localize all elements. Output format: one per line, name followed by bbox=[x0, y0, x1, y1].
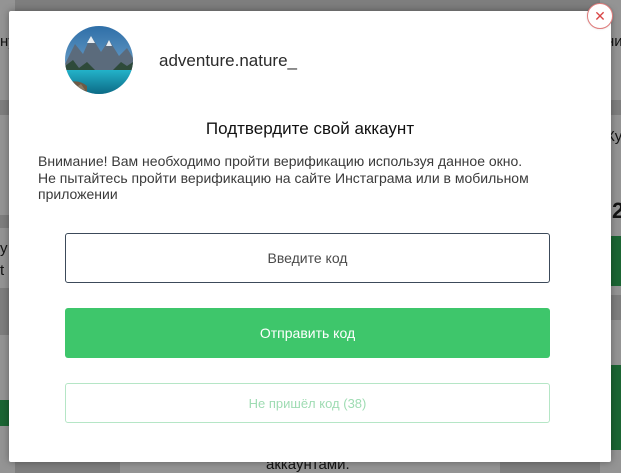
resend-code-button[interactable]: Не пришёл код (38) bbox=[65, 383, 550, 423]
warning-line: Не пытайтесь пройти верификацию на сайте… bbox=[38, 169, 529, 203]
verification-warning: Внимание! Вам необходимо пройти верифика… bbox=[38, 153, 558, 203]
avatar-image bbox=[65, 26, 133, 94]
warning-line: Внимание! Вам необходимо пройти верифика… bbox=[38, 153, 523, 169]
avatar bbox=[65, 26, 133, 94]
verification-code-input[interactable] bbox=[65, 233, 550, 283]
close-icon: ✕ bbox=[594, 8, 606, 24]
verification-modal: adventure.nature_ Подтвердите свой аккау… bbox=[9, 11, 611, 462]
username: adventure.nature_ bbox=[159, 51, 297, 70]
modal-title: Подтвердите свой аккаунт bbox=[205, 119, 415, 138]
send-code-button[interactable]: Отправить код bbox=[65, 308, 550, 358]
close-button[interactable]: ✕ bbox=[587, 3, 613, 29]
